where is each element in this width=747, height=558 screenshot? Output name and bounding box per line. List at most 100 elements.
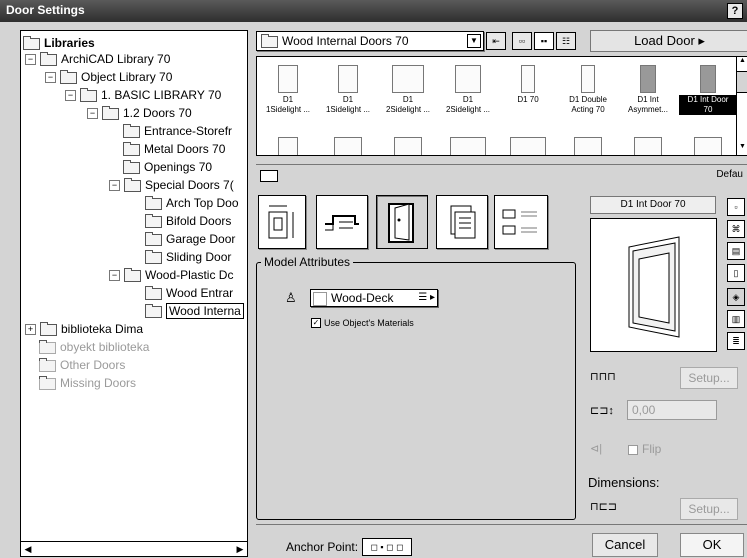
tree-item[interactable]: Wood Entrar	[145, 285, 233, 301]
door-thumbnail-icon	[278, 65, 298, 93]
gallery-item[interactable]	[679, 133, 737, 155]
load-door-button[interactable]: Load Door ▸	[590, 30, 747, 52]
expand-icon[interactable]: +	[25, 324, 36, 336]
collapse-icon[interactable]: −	[65, 90, 76, 102]
door-thumbnail-icon	[700, 65, 716, 93]
door-thumbnail-icon	[510, 137, 546, 155]
dimensions-setup-button[interactable]: Setup...	[680, 498, 738, 520]
view-list-tab[interactable]: ≣	[727, 332, 745, 350]
anchor-point-selector[interactable]: ◻ ▪ ◻ ◻	[362, 538, 412, 556]
collapse-icon[interactable]: −	[25, 54, 36, 66]
tree-item[interactable]: − ArchiCAD Library 70	[25, 51, 170, 67]
placement-options-icon[interactable]: ⊓⊓⊓	[590, 370, 616, 383]
help-button[interactable]: ?	[727, 3, 743, 19]
collapse-icon[interactable]: −	[87, 108, 98, 120]
material-menu-icon[interactable]: ☰ ▸	[418, 290, 435, 306]
ok-button[interactable]: OK	[680, 533, 744, 557]
view-page-tab[interactable]: ▯	[727, 264, 745, 282]
tree-item[interactable]: Entrance-Storefr	[123, 123, 232, 139]
gallery-item[interactable]: D1 70	[499, 61, 557, 105]
object-gallery[interactable]: D1 1Sidelight ... D1 1Sidelight ... D1 2Sid…	[256, 56, 738, 156]
collapse-icon[interactable]: −	[109, 180, 120, 192]
panel-toggle-icon[interactable]	[260, 170, 278, 182]
geometry-tab-button[interactable]	[258, 195, 306, 249]
tree-item[interactable]: Bifold Doors	[145, 213, 231, 229]
chevron-down-icon[interactable]: ▼	[467, 34, 481, 48]
use-object-materials-checkbox[interactable]: ✓	[311, 318, 321, 328]
door-thumbnail-icon	[278, 137, 298, 155]
collapse-icon[interactable]: −	[109, 270, 120, 282]
folder-icon	[60, 69, 77, 84]
gallery-item[interactable]: D1 Int Asymmet...	[619, 61, 677, 115]
dimension-options-icon[interactable]: ⊓⊏⊐	[590, 500, 617, 513]
flip-checkbox[interactable]	[628, 445, 638, 455]
view-elevation-tab[interactable]: ▥	[727, 310, 745, 328]
list-view-button[interactable]: ☷	[556, 32, 576, 50]
anchor-point-label: Anchor Point:	[286, 540, 359, 554]
scroll-left-icon[interactable]: ◀	[21, 542, 35, 556]
tree-item[interactable]: Missing Doors	[39, 375, 136, 391]
scroll-right-icon[interactable]: ▶	[233, 542, 247, 556]
offset-input[interactable]: 0,00	[627, 400, 717, 420]
tree-item-selected[interactable]: Wood Interna	[145, 303, 244, 319]
library-select[interactable]: Wood Internal Doors 70 ▼	[256, 31, 484, 51]
gallery-item[interactable]: D1 2Sidelight ...	[439, 61, 497, 115]
folder-icon	[145, 285, 162, 300]
view-side-tab[interactable]: ▤	[727, 242, 745, 260]
scroll-down-icon[interactable]: ▼	[737, 143, 747, 155]
tree-item[interactable]: Arch Top Doo	[145, 195, 239, 211]
gallery-item[interactable]: D1 Double Acting 70	[559, 61, 617, 115]
folder-icon	[39, 357, 56, 372]
small-icons-view-button[interactable]: ▪▪	[534, 32, 554, 50]
listing-tab-button[interactable]	[436, 195, 488, 249]
model-tab-button[interactable]	[376, 195, 428, 249]
tree-item[interactable]: −1.2 Doors 70	[87, 105, 192, 121]
gallery-item-selected[interactable]: D1 Int Door 70	[679, 61, 737, 115]
gallery-item[interactable]	[619, 133, 677, 155]
tree-item[interactable]: Metal Doors 70	[123, 141, 225, 157]
gallery-item[interactable]	[499, 133, 557, 155]
gallery-item[interactable]: D1 1Sidelight ...	[259, 61, 317, 115]
tree-item[interactable]: + biblioteka Dima	[25, 321, 143, 337]
collapse-icon[interactable]: −	[45, 72, 56, 84]
tree-item[interactable]: − Special Doors 7(	[109, 177, 234, 193]
tree-item[interactable]: Other Doors	[39, 357, 125, 373]
placement-setup-button[interactable]: Setup...	[680, 367, 738, 389]
gallery-item[interactable]	[319, 133, 377, 155]
gallery-item[interactable]	[379, 133, 437, 155]
gallery-item[interactable]	[439, 133, 497, 155]
tree-item[interactable]: Openings 70	[123, 159, 212, 175]
gallery-item[interactable]: D1 2Sidelight ...	[379, 61, 437, 115]
door-thumbnail-icon	[574, 137, 602, 155]
gallery-item[interactable]	[559, 133, 617, 155]
scroll-up-icon[interactable]: ▲	[737, 57, 747, 69]
tree-item[interactable]: obyekt biblioteka	[39, 339, 149, 355]
gallery-item[interactable]: D1 1Sidelight ...	[319, 61, 377, 115]
tree-item[interactable]: Garage Door	[145, 231, 235, 247]
tree-root[interactable]: Libraries	[23, 35, 95, 51]
tree-item[interactable]: − Wood-Plastic Dc	[109, 267, 233, 283]
use-object-materials-label: Use Object's Materials	[324, 318, 414, 328]
material-swatch	[313, 292, 327, 306]
tree-item[interactable]: −1. BASIC LIBRARY 70	[65, 87, 221, 103]
library-tree[interactable]: Libraries − ArchiCAD Library 70 − Object L…	[20, 30, 248, 542]
gallery-item[interactable]	[259, 133, 317, 155]
folder-icon	[145, 231, 162, 246]
material-select[interactable]: Wood-Deck ☰ ▸	[310, 289, 438, 307]
view-axon-tab[interactable]: ⌘	[727, 220, 745, 238]
parameters-tab-button[interactable]	[494, 195, 548, 249]
view-3d-tab[interactable]: ◈	[727, 288, 745, 306]
plan-section-tab-button[interactable]	[316, 195, 368, 249]
door-thumbnail-icon	[640, 65, 656, 93]
large-icons-view-button[interactable]: ▫▫	[512, 32, 532, 50]
cancel-button[interactable]: Cancel	[592, 533, 658, 557]
view-2d-tab[interactable]: ▫	[727, 198, 745, 216]
up-folder-button[interactable]: ⇤	[486, 32, 506, 50]
tree-item[interactable]: Sliding Door	[145, 249, 231, 265]
document-icon	[450, 205, 476, 239]
tree-horizontal-scrollbar[interactable]: ◀ ▶	[20, 541, 248, 557]
scroll-thumb[interactable]	[737, 71, 747, 93]
tree-item[interactable]: − Object Library 70	[45, 69, 172, 85]
door-thumbnail-icon	[450, 137, 486, 155]
gallery-vertical-scrollbar[interactable]: ▲ ▼	[736, 56, 747, 156]
